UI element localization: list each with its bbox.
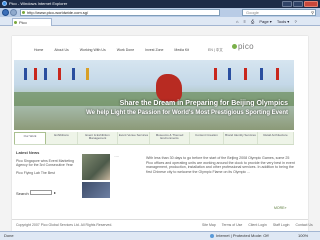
window-titlebar: Pico - Windows Internet Explorer — [0, 0, 320, 8]
web-page: Home About Us Working With Us Work Done … — [12, 36, 313, 231]
service-tabs: Our Work Exhibitions Event & Exhibition … — [14, 132, 294, 145]
tab-museums[interactable]: Museums & Themed Environments — [150, 132, 190, 144]
tab-bar: Pico ⌂ ≡ ⎙ Page ▾ Tools ▾ ? — [0, 17, 320, 26]
photo-caption: ...... — [114, 154, 120, 158]
horse-sculpture-image — [156, 74, 182, 102]
tools-menu[interactable]: Tools ▾ — [277, 19, 289, 24]
search-placeholder: Google — [246, 10, 259, 15]
flag-icon — [244, 68, 247, 80]
feeds-icon[interactable]: ≡ — [244, 19, 246, 24]
flag-icon — [86, 68, 89, 80]
flag-icon — [276, 68, 279, 80]
home-icon[interactable]: ⌂ — [236, 19, 238, 24]
back-button[interactable] — [2, 9, 9, 16]
tab-exhibitions[interactable]: Exhibitions — [46, 132, 78, 144]
print-icon[interactable]: ⎙ — [251, 19, 254, 24]
flag-icon — [260, 68, 263, 80]
tab-event-management[interactable]: Event & Exhibition Management — [78, 132, 118, 144]
address-url: http://www.pico-worldwide.com.sg/ — [27, 10, 89, 15]
tab-pico[interactable]: Pico — [12, 18, 52, 26]
address-toolbar: http://www.pico-worldwide.com.sg/ Google… — [0, 8, 320, 17]
hero-banner: Share the Dream in Preparing for Beijing… — [14, 60, 294, 130]
forward-button[interactable] — [10, 9, 17, 16]
footer-link-client-login[interactable]: Client Login — [248, 223, 266, 227]
tab-our-work[interactable]: Our Work — [14, 132, 46, 144]
footer-link-contact[interactable]: Contact Us — [295, 223, 312, 227]
tab-favicon-icon — [14, 21, 17, 24]
flag-icon — [58, 68, 61, 80]
minimize-button[interactable] — [282, 1, 292, 7]
article-text: With less than 30 days to go before the … — [146, 156, 295, 174]
news-item[interactable]: Pico Flying Lab The Best — [16, 171, 76, 175]
nav-working-with-us[interactable]: Working With Us — [80, 48, 106, 52]
window-title: Pico - Windows Internet Explorer — [9, 1, 68, 6]
banner-headline: Share the Dream in Preparing for Beijing… — [119, 100, 288, 107]
news-item[interactable]: Pico Singapore wins Event Marketing Agen… — [16, 159, 76, 167]
flag-icon — [228, 68, 231, 80]
site-nav: Home About Us Working With Us Work Done … — [34, 48, 199, 52]
footer-links: Site Map Terms of Use Client Login Staff… — [202, 223, 318, 227]
logo-mark-icon — [232, 44, 237, 50]
page-menu[interactable]: Page ▾ — [259, 19, 271, 24]
footer-link-staff-login[interactable]: Staff Login — [273, 223, 290, 227]
address-field[interactable]: http://www.pico-worldwide.com.sg/ — [20, 9, 220, 16]
tab-retail-architecture[interactable]: Retail Architecture — [258, 132, 294, 144]
maximize-button[interactable] — [293, 1, 303, 7]
status-bar: Done Internet | Protected Mode: Off 100% — [0, 231, 320, 240]
nav-home[interactable]: Home — [34, 48, 43, 52]
site-search-label: Search — [16, 191, 29, 196]
flag-icon — [44, 68, 47, 80]
logo-text: pico — [238, 42, 254, 51]
nav-about-us[interactable]: About Us — [54, 48, 68, 52]
footer-link-terms[interactable]: Terms of Use — [222, 223, 243, 227]
search-input[interactable]: Google ⚲ — [242, 9, 316, 16]
command-bar: ⌂ ≡ ⎙ Page ▾ Tools ▾ ? — [236, 18, 301, 25]
tab-content-creation[interactable]: Content Creation — [190, 132, 224, 144]
footer-link-site-map[interactable]: Site Map — [202, 223, 216, 227]
tab-label: Pico — [19, 20, 27, 25]
globe-icon — [210, 233, 214, 238]
language-switch[interactable]: EN | 中文 — [208, 48, 223, 53]
news-photo[interactable] — [82, 182, 110, 198]
flag-icon — [34, 68, 37, 80]
browser-viewport: Home About Us Working With Us Work Done … — [0, 26, 320, 231]
magnifier-icon[interactable]: ⚲ — [311, 10, 314, 15]
close-button[interactable] — [304, 1, 318, 7]
site-favicon-icon — [22, 11, 25, 14]
zoom-level[interactable]: 100% — [298, 232, 308, 240]
tab-brand-identity[interactable]: Brand Identity Services — [224, 132, 258, 144]
latest-news: Latest News Pico Singapore wins Event Ma… — [16, 150, 76, 176]
security-zone[interactable]: Internet | Protected Mode: Off — [210, 232, 269, 240]
copyright-text: Copyright 2007 Pico Global Services Ltd.… — [16, 223, 113, 227]
zone-text: Internet | Protected Mode: Off — [216, 233, 269, 238]
nav-media-kit[interactable]: Media Kit — [174, 48, 189, 52]
nav-invest-zone[interactable]: Invest Zone — [145, 48, 163, 52]
internet-explorer-icon — [2, 1, 7, 6]
pico-logo[interactable]: pico — [232, 42, 254, 51]
nav-work-done[interactable]: Work Done — [117, 48, 134, 52]
news-photo[interactable] — [82, 154, 110, 180]
site-search-input[interactable] — [30, 190, 52, 195]
help-icon[interactable]: ? — [294, 19, 296, 24]
site-footer: Copyright 2007 Pico Global Services Ltd.… — [12, 219, 313, 230]
more-link[interactable]: MORE» — [274, 206, 286, 210]
flag-icon — [24, 68, 27, 80]
site-search-button[interactable]: ▸ — [54, 190, 56, 195]
latest-news-heading: Latest News — [16, 150, 40, 155]
status-text: Done — [4, 233, 14, 238]
tab-event-venue[interactable]: Event Venue Services — [118, 132, 150, 144]
flag-icon — [214, 68, 217, 80]
flag-icon — [72, 68, 75, 80]
banner-subhead: We help Light the Passion for World's Mo… — [86, 110, 288, 116]
